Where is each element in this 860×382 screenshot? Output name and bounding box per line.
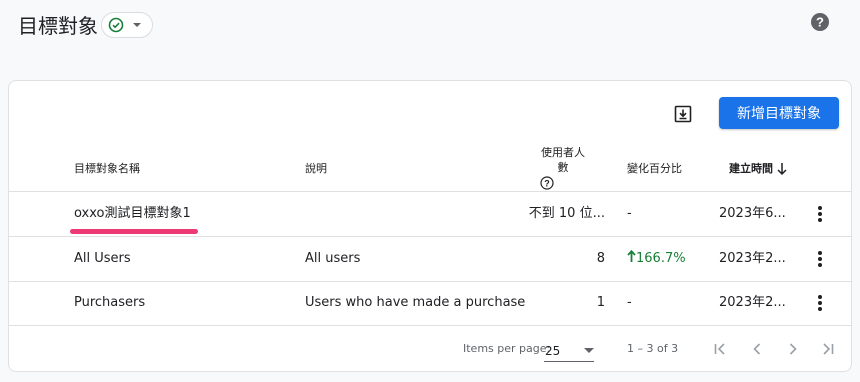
more-options-icon[interactable] bbox=[815, 293, 825, 313]
page-range: 1 – 3 of 3 bbox=[627, 342, 679, 355]
table-row[interactable]: oxxo測試目標對象1 不到 10 位... - 2023年6... bbox=[9, 192, 851, 237]
arrow-down-icon[interactable] bbox=[776, 162, 788, 176]
chevron-right-icon bbox=[789, 343, 797, 355]
next-page-button[interactable] bbox=[782, 338, 804, 360]
download-icon bbox=[674, 105, 692, 123]
svg-text:?: ? bbox=[544, 179, 550, 189]
column-header-description[interactable]: 說明 bbox=[305, 161, 327, 176]
audience-created: 2023年6... bbox=[719, 206, 786, 221]
paginator: Items per page: 25 1 – 3 of 3 bbox=[9, 326, 851, 370]
create-audience-button[interactable]: 新增目標對象 bbox=[719, 97, 839, 129]
help-icon[interactable]: ? bbox=[540, 176, 554, 190]
last-page-icon bbox=[823, 343, 834, 355]
caret-down-icon bbox=[584, 348, 594, 353]
check-circle-icon bbox=[108, 17, 124, 33]
previous-page-button[interactable] bbox=[746, 338, 768, 360]
items-per-page-label: Items per page: bbox=[463, 342, 551, 355]
audience-description: All users bbox=[305, 251, 361, 266]
download-button[interactable] bbox=[670, 101, 696, 127]
highlight-underline bbox=[70, 229, 198, 234]
audience-change: 166.7% bbox=[627, 237, 686, 281]
audience-name[interactable]: All Users bbox=[74, 237, 131, 281]
audience-created: 2023年2... bbox=[719, 251, 786, 266]
column-header-created[interactable]: 建立時間 bbox=[729, 161, 773, 176]
help-icon[interactable]: ? bbox=[810, 12, 830, 32]
column-header-users[interactable]: 使用者人數 bbox=[537, 145, 589, 175]
chevron-left-icon bbox=[753, 343, 761, 355]
audience-description: Users who have made a purchase bbox=[305, 295, 526, 310]
audience-change: - bbox=[627, 295, 632, 310]
column-header-change[interactable]: 變化百分比 bbox=[627, 161, 682, 176]
audience-users: 不到 10 位... bbox=[528, 206, 605, 221]
table-row[interactable]: Purchasers Users who have made a purchas… bbox=[9, 281, 851, 326]
audiences-card: 新增目標對象 目標對象名稱 說明 使用者人數 ? 變化百分比 建立時間 oxxo… bbox=[8, 80, 852, 372]
more-options-icon[interactable] bbox=[815, 249, 825, 269]
column-header-name[interactable]: 目標對象名稱 bbox=[74, 161, 140, 176]
page-title: 目標對象 bbox=[18, 14, 98, 38]
audience-users: 8 bbox=[596, 251, 605, 266]
first-page-icon bbox=[714, 343, 725, 355]
table-row[interactable]: All Users All users 8 166.7% 2023年2... bbox=[9, 237, 851, 282]
audience-users: 1 bbox=[596, 295, 605, 310]
change-value: 166.7% bbox=[636, 251, 686, 266]
status-dropdown[interactable] bbox=[101, 12, 153, 38]
audience-name[interactable]: Purchasers bbox=[74, 281, 145, 325]
caret-down-icon bbox=[133, 23, 141, 27]
audience-created: 2023年2... bbox=[719, 295, 786, 310]
more-options-icon[interactable] bbox=[815, 204, 825, 224]
audience-change: - bbox=[627, 206, 632, 221]
first-page-button[interactable] bbox=[709, 338, 731, 360]
arrow-up-icon bbox=[627, 249, 636, 262]
svg-text:?: ? bbox=[816, 15, 824, 30]
page-size-select[interactable]: 25 bbox=[544, 341, 594, 362]
last-page-button[interactable] bbox=[817, 338, 839, 360]
page-size-value: 25 bbox=[545, 344, 561, 358]
